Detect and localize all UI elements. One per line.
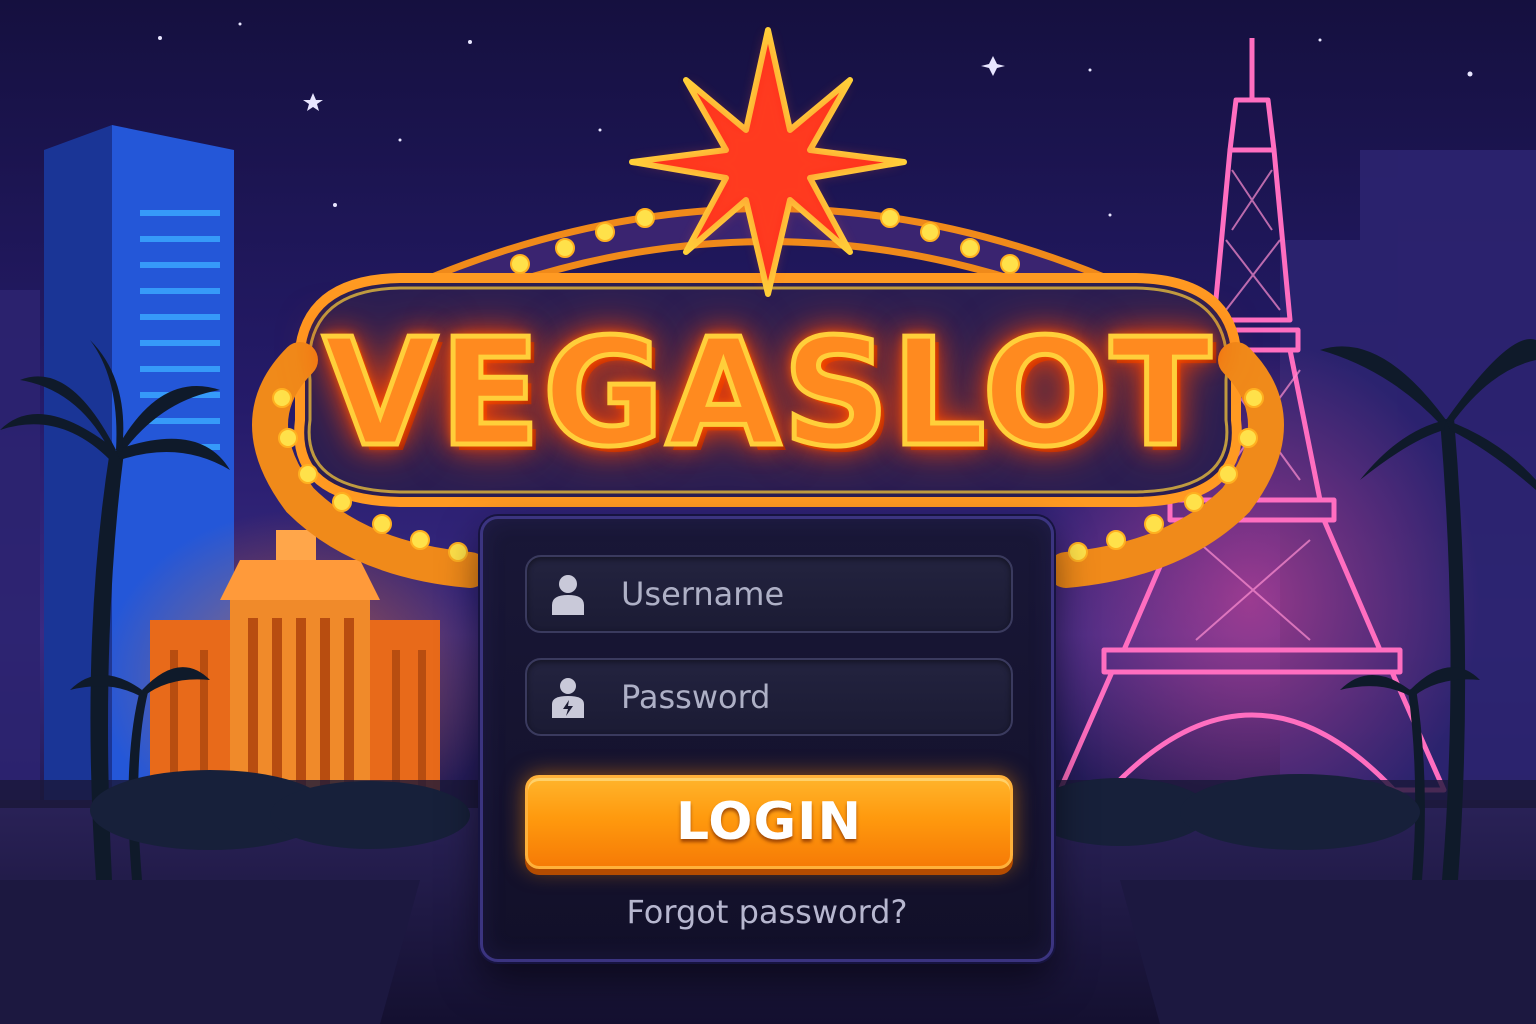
star-icon — [629, 27, 907, 297]
user-icon — [551, 572, 585, 616]
brand-title: VEGASLOT — [320, 305, 1214, 482]
lock-person-icon — [551, 675, 585, 719]
forgot-password-link[interactable]: Forgot password? — [483, 893, 1051, 931]
login-button[interactable]: LOGIN — [525, 775, 1013, 869]
username-field[interactable] — [525, 555, 1020, 633]
login-screen: VEGASLOT LOGIN Forgot password? — [0, 0, 1536, 1024]
username-input[interactable] — [621, 557, 1020, 631]
login-panel: LOGIN Forgot password? — [480, 516, 1054, 962]
password-input[interactable] — [621, 660, 1020, 734]
password-field[interactable] — [525, 658, 1020, 736]
